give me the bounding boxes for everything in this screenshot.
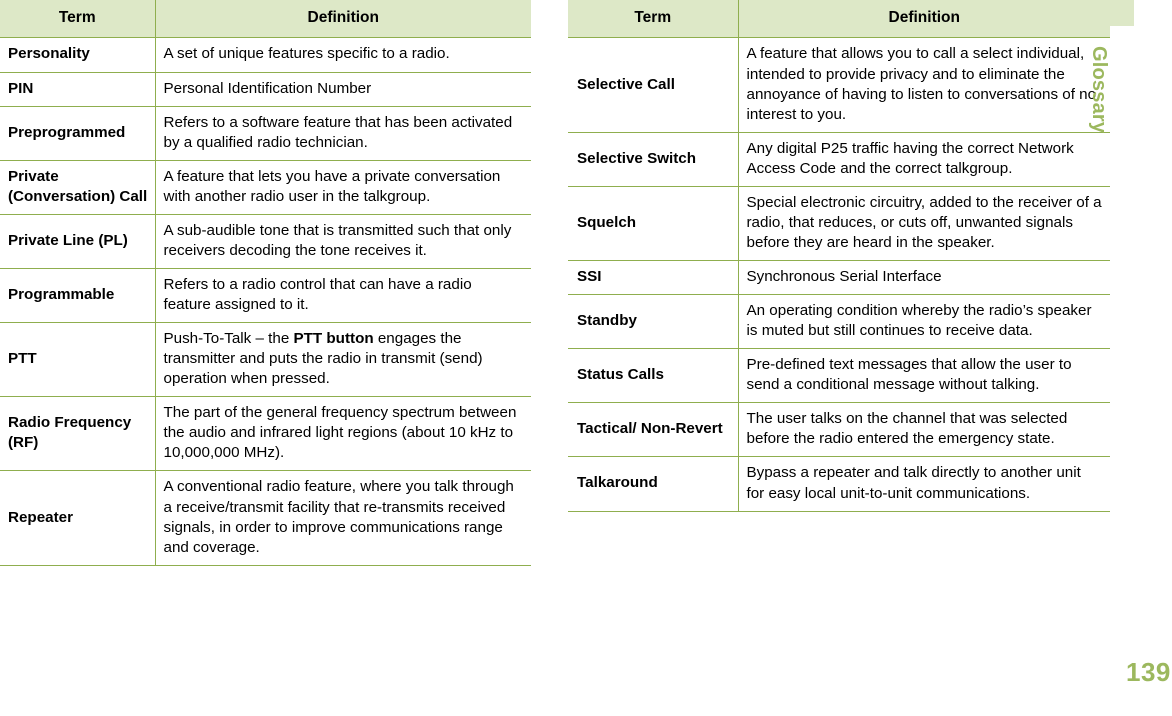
term-cell: Standby	[568, 294, 739, 350]
table-row: Standby An operating condition whereby th…	[568, 294, 1110, 350]
term-cell: SSI	[568, 260, 739, 296]
term-cell: PTT	[0, 322, 156, 398]
table-row: Selective Call A feature that allows you …	[568, 37, 1110, 133]
table-row: Selective Switch Any digital P25 traffic …	[568, 131, 1110, 187]
glossary-table-right: Term Definition Selective Call A feature …	[568, 0, 1110, 512]
table-row: Status Calls Pre-defined text messages th…	[568, 348, 1110, 404]
table-body-left: Personality A set of unique features spec…	[0, 37, 531, 566]
section-label: Glossary	[1088, 46, 1110, 134]
term-cell: Private Line (PL)	[0, 213, 156, 269]
definition-cell: Special electronic circuitry, added to t…	[738, 185, 1110, 262]
definition-cell: The part of the general frequency spectr…	[155, 396, 531, 472]
table-row: PIN Personal Identification Number	[0, 71, 531, 107]
term-cell: Selective Switch	[568, 131, 739, 187]
term-cell: PIN	[0, 71, 156, 107]
term-cell: Preprogrammed	[0, 105, 156, 161]
definition-emphasis: PTT button	[293, 330, 374, 348]
column-header-term: Term	[0, 0, 156, 39]
term-cell: Talkaround	[568, 456, 739, 512]
definition-cell: A set of unique features specific to a r…	[155, 37, 531, 73]
table-row: Private Line (PL) A sub-audible tone that…	[0, 213, 531, 269]
table-row: Radio Frequency (RF) The part of the gene…	[0, 396, 531, 472]
table-row: Programmable Refers to a radio control th…	[0, 267, 531, 324]
term-cell: Tactical/ Non-Revert	[568, 402, 739, 458]
term-cell: Squelch	[568, 185, 739, 262]
table-header-right: Term Definition	[568, 0, 1110, 39]
table-row: Talkaround Bypass a repeater and talk dir…	[568, 456, 1110, 512]
definition-cell: Refers to a software feature that has be…	[155, 105, 531, 161]
left-column: Term Definition Personality A set of uniq…	[0, 0, 531, 566]
table-row: Private (Conversation) Call A feature tha…	[0, 159, 531, 215]
column-header-term: Term	[568, 0, 739, 39]
glossary-table-left: Term Definition Personality A set of uniq…	[0, 0, 531, 566]
table-header-row: Term Definition	[0, 0, 531, 39]
definition-cell: A conventional radio feature, where you …	[155, 470, 531, 566]
term-cell: Personality	[0, 37, 156, 73]
definition-cell: Refers to a radio control that can have …	[155, 267, 531, 324]
table-row: Preprogrammed Refers to a software featur…	[0, 105, 531, 161]
definition-cell: Bypass a repeater and talk directly to a…	[738, 456, 1110, 512]
section-tab-marker	[1110, 0, 1134, 26]
right-column: Term Definition Selective Call A feature …	[568, 0, 1110, 512]
definition-cell: Synchronous Serial Interface	[738, 260, 1110, 296]
definition-cell: A feature that allows you to call a sele…	[738, 37, 1110, 133]
table-header-left: Term Definition	[0, 0, 531, 39]
table-row: Squelch Special electronic circuitry, add…	[568, 185, 1110, 262]
definition-cell: A sub-audible tone that is transmitted s…	[155, 213, 531, 269]
page-number: 139	[1126, 657, 1171, 687]
glossary-page: Term Definition Personality A set of uniq…	[0, 0, 1172, 694]
table-row: Tactical/ Non-Revert The user talks on th…	[568, 402, 1110, 458]
table-row: Repeater A conventional radio feature, wh…	[0, 470, 531, 566]
definition-cell: Pre-defined text messages that allow the…	[738, 348, 1110, 404]
definition-text: Push-To-Talk – the	[163, 330, 294, 348]
table-body-right: Selective Call A feature that allows you …	[568, 37, 1110, 512]
term-cell: Private (Conversation) Call	[0, 159, 156, 215]
definition-cell: The user talks on the channel that was s…	[738, 402, 1110, 458]
term-cell: Status Calls	[568, 348, 739, 404]
term-cell: Selective Call	[568, 37, 739, 133]
definition-cell: Personal Identification Number	[155, 71, 531, 107]
definition-cell: Any digital P25 traffic having the corre…	[738, 131, 1110, 187]
column-header-definition: Definition	[738, 0, 1110, 39]
table-row: PTT Push-To-Talk – the PTT button engages…	[0, 322, 531, 398]
section-sidebar: Glossary 139	[1088, 0, 1172, 694]
column-header-definition: Definition	[155, 0, 531, 39]
definition-cell: Push-To-Talk – the PTT button engages th…	[155, 322, 531, 398]
term-cell: Radio Frequency (RF)	[0, 396, 156, 472]
definition-cell: A feature that lets you have a private c…	[155, 159, 531, 215]
table-row: Personality A set of unique features spec…	[0, 37, 531, 73]
table-row: SSI Synchronous Serial Interface	[568, 260, 1110, 296]
table-header-row: Term Definition	[568, 0, 1110, 39]
term-cell: Repeater	[0, 470, 156, 566]
term-cell: Programmable	[0, 267, 156, 324]
definition-cell: An operating condition whereby the radio…	[738, 294, 1110, 350]
